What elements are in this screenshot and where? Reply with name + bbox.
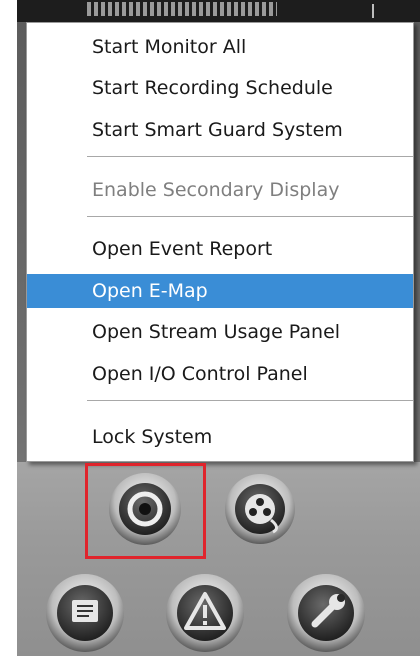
menu-item-start-recording-schedule[interactable]: Start Recording Schedule	[27, 71, 413, 105]
playback-button[interactable]	[223, 472, 297, 546]
record-button-highlight	[85, 463, 206, 559]
menu-separator	[87, 156, 413, 157]
menu-item-open-stream-usage-panel[interactable]: Open Stream Usage Panel	[27, 315, 413, 349]
wrench-icon	[287, 574, 365, 652]
alert-button[interactable]	[164, 572, 246, 654]
menu-item-open-io-control-panel[interactable]: Open I/O Control Panel	[27, 357, 413, 391]
context-menu: Start Monitor All Start Recording Schedu…	[26, 22, 414, 462]
title-bar-divider	[372, 4, 374, 18]
menu-item-enable-secondary-display: Enable Secondary Display	[92, 179, 340, 201]
menu-separator	[87, 216, 413, 217]
menu-separator	[87, 400, 413, 401]
title-bar-text-fragment	[87, 2, 277, 16]
event-report-button[interactable]	[44, 572, 126, 654]
settings-button[interactable]	[285, 572, 367, 654]
menu-item-open-e-map[interactable]: Open E-Map	[27, 274, 413, 308]
menu-item-start-smart-guard-system[interactable]: Start Smart Guard System	[27, 113, 413, 147]
report-icon	[46, 574, 124, 652]
warning-icon	[166, 574, 244, 652]
menu-item-lock-system[interactable]: Lock System	[27, 420, 413, 454]
app-title-bar	[17, 0, 420, 22]
menu-item-start-monitor-all[interactable]: Start Monitor All	[27, 30, 413, 64]
menu-item-open-event-report[interactable]: Open Event Report	[27, 232, 413, 266]
playback-reel-icon	[225, 474, 295, 544]
